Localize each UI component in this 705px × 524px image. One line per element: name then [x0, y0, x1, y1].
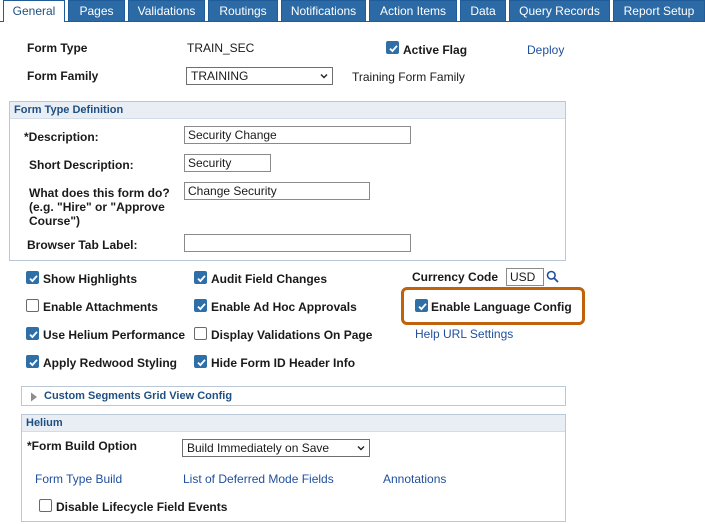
helium-title: Helium	[22, 415, 565, 432]
annotations-link[interactable]: Annotations	[383, 472, 446, 486]
form-build-option-value: Build Immediately on Save	[187, 441, 330, 455]
enable-language-config-label: Enable Language Config	[431, 300, 572, 314]
form-type-build-link[interactable]: Form Type Build	[35, 472, 122, 486]
tab-pages[interactable]: Pages	[68, 0, 125, 21]
form-family-description: Training Form Family	[352, 70, 465, 84]
form-build-option-label: *Form Build Option	[27, 439, 137, 453]
disable-lifecycle-label: Disable Lifecycle Field Events	[56, 500, 228, 514]
enable-attachments-label: Enable Attachments	[43, 300, 158, 314]
apply-redwood-checkbox[interactable]	[26, 355, 39, 368]
checkmark-icon	[197, 359, 206, 367]
custom-segments-title: Custom Segments Grid View Config	[44, 390, 233, 402]
apply-redwood-label: Apply Redwood Styling	[43, 356, 177, 370]
help-url-settings-link[interactable]: Help URL Settings	[415, 327, 513, 341]
browser-tab-label: Browser Tab Label:	[27, 238, 138, 252]
tab-validations[interactable]: Validations	[128, 0, 205, 21]
active-flag-label: Active Flag	[403, 43, 468, 57]
tab-query-records[interactable]: Query Records	[509, 0, 610, 21]
enable-ad-hoc-label: Enable Ad Hoc Approvals	[211, 300, 357, 314]
form-family-select[interactable]: TRAINING	[186, 67, 333, 85]
audit-field-changes-checkbox[interactable]	[194, 271, 207, 284]
currency-code-label: Currency Code	[412, 270, 499, 284]
deploy-link[interactable]: Deploy	[527, 43, 564, 57]
tab-report-setup[interactable]: Report Setup	[613, 0, 705, 21]
chevron-down-icon	[357, 446, 365, 451]
checkmark-icon	[418, 303, 427, 311]
enable-ad-hoc-checkbox[interactable]	[194, 299, 207, 312]
form-type-label: Form Type	[27, 41, 88, 55]
form-type-definition-title: Form Type Definition	[10, 102, 565, 119]
disable-lifecycle-checkbox[interactable]	[39, 499, 52, 512]
browser-tab-input[interactable]	[184, 234, 411, 252]
currency-code-input[interactable]: USD	[506, 268, 544, 286]
audit-field-changes-label: Audit Field Changes	[211, 272, 328, 286]
what-does-label-line2: (e.g. "Hire" or "Approve	[29, 200, 165, 214]
expand-arrow-icon	[31, 392, 37, 402]
search-icon[interactable]	[546, 270, 559, 283]
tab-data[interactable]: Data	[460, 0, 506, 21]
checkmark-icon	[29, 275, 38, 283]
use-helium-checkbox[interactable]	[26, 327, 39, 340]
checkmark-icon	[389, 45, 398, 53]
description-label: *Description:	[24, 130, 99, 144]
hide-form-id-label: Hide Form ID Header Info	[211, 356, 356, 370]
hide-form-id-checkbox[interactable]	[194, 355, 207, 368]
tab-routings[interactable]: Routings	[208, 0, 278, 21]
short-description-input[interactable]: Security	[184, 154, 271, 172]
description-input[interactable]: Security Change	[184, 126, 411, 144]
deferred-fields-link[interactable]: List of Deferred Mode Fields	[183, 472, 334, 486]
checkmark-icon	[29, 359, 38, 367]
enable-attachments-checkbox[interactable]	[26, 299, 39, 312]
show-highlights-checkbox[interactable]	[26, 271, 39, 284]
form-family-label: Form Family	[27, 69, 99, 83]
what-does-input[interactable]: Change Security	[184, 182, 370, 200]
enable-language-config-checkbox[interactable]	[415, 299, 428, 312]
display-validations-label: Display Validations On Page	[211, 328, 373, 342]
what-does-label-line3: Course")	[29, 214, 81, 228]
display-validations-checkbox[interactable]	[194, 327, 207, 340]
form-type-value: TRAIN_SEC	[187, 41, 255, 55]
what-does-label-line1: What does this form do?	[29, 186, 170, 200]
form-family-select-value: TRAINING	[191, 69, 249, 83]
short-description-label: Short Description:	[29, 158, 134, 172]
use-helium-label: Use Helium Performance	[43, 328, 186, 342]
tab-general[interactable]: General	[3, 0, 65, 22]
tab-bar: General Pages Validations Routings Notif…	[0, 0, 705, 22]
checkmark-icon	[29, 331, 38, 339]
checkmark-icon	[197, 275, 206, 283]
tab-notifications[interactable]: Notifications	[281, 0, 366, 21]
checkmark-icon	[197, 303, 206, 311]
form-build-option-select[interactable]: Build Immediately on Save	[182, 439, 370, 457]
active-flag-checkbox[interactable]	[386, 41, 399, 54]
custom-segments-section[interactable]: Custom Segments Grid View Config	[21, 386, 566, 406]
tab-action-items[interactable]: Action Items	[369, 0, 457, 21]
chevron-down-icon	[320, 74, 328, 79]
show-highlights-label: Show Highlights	[43, 272, 137, 286]
